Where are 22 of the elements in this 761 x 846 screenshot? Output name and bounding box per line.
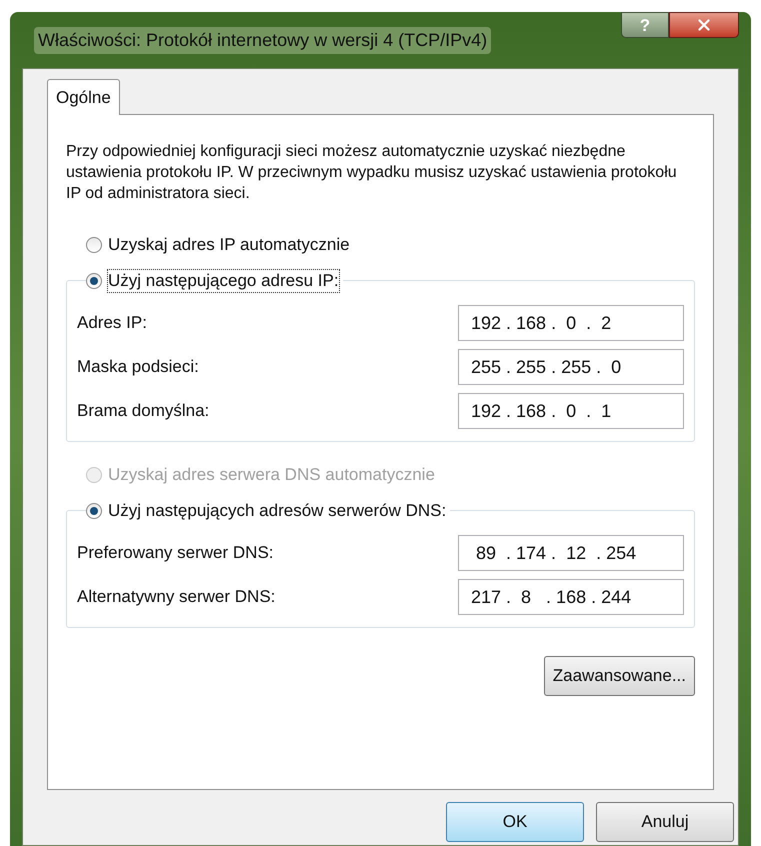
- ip-address-field[interactable]: 89 . 174 . 12 . 254: [458, 535, 684, 571]
- radio-label[interactable]: Uzyskaj adres IP automatycznie: [108, 234, 350, 256]
- ip-address-field[interactable]: 192 . 168 . 0 . 2: [458, 305, 684, 341]
- radio-button[interactable]: [86, 503, 102, 519]
- close-button[interactable]: [669, 12, 739, 38]
- radio-button[interactable]: [86, 273, 102, 289]
- ip-address-field[interactable]: 192 . 168 . 0 . 1: [458, 393, 684, 429]
- field-label: Alternatywny serwer DNS:: [77, 586, 276, 608]
- window-title: Właściwości: Protokół internetowy w wersji 4 (TCP/IPv4): [34, 26, 492, 54]
- dialog-button[interactable]: OK: [446, 802, 584, 842]
- ip-address-field[interactable]: 217 . 8 . 168 . 244: [458, 579, 684, 615]
- advanced-button[interactable]: Zaawansowane...: [544, 656, 695, 696]
- dialog-button[interactable]: Anuluj: [596, 802, 734, 842]
- tab[interactable]: Ogólne: [47, 79, 120, 115]
- field-label: Preferowany serwer DNS:: [77, 542, 274, 564]
- description-text: Przy odpowiedniej konfiguracji sieci możesz automatycznie uzyskać niezbędne ustawienia protokołu IP. W przeciwnym wypadku musisz uzyskać ustawienia protokołu IP od administratora sieci.: [66, 142, 678, 204]
- ip-address-field[interactable]: 255 . 255 . 255 . 0: [458, 349, 684, 385]
- radio-label[interactable]: Użyj następujących adresów serwerów DNS:: [108, 500, 446, 522]
- radio-button[interactable]: [86, 237, 102, 253]
- field-label: Maska podsieci:: [77, 356, 199, 378]
- field-label: Adres IP:: [77, 312, 147, 334]
- field-label: Brama domyślna:: [77, 400, 210, 422]
